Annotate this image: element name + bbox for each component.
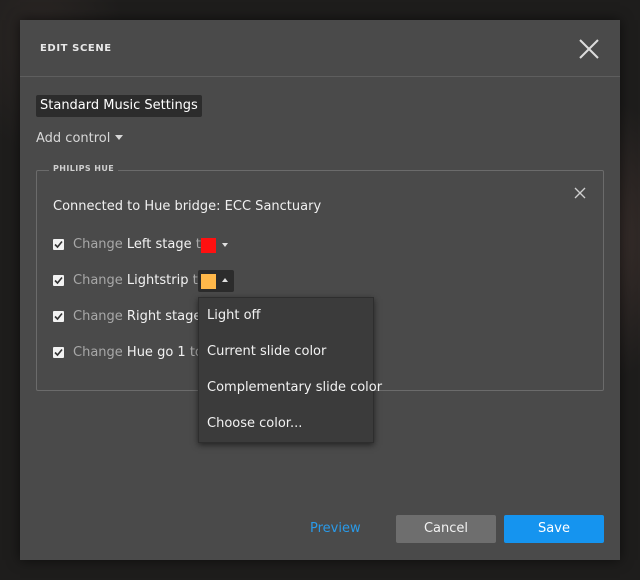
row-target: Lightstrip <box>126 273 189 288</box>
add-control-dropdown[interactable]: Add control <box>36 131 124 146</box>
row-prefix: Change <box>73 309 123 324</box>
row-checkbox[interactable] <box>53 311 64 322</box>
remove-section-icon[interactable] <box>573 185 587 199</box>
caret-down-icon <box>222 243 228 247</box>
menu-item-current-slide-color[interactable]: Current slide color <box>199 334 373 370</box>
menu-item-complementary-slide-color[interactable]: Complementary slide color <box>199 370 382 406</box>
row-prefix: Change <box>73 237 123 252</box>
bridge-status: Connected to Hue bridge: ECC Sanctuary <box>53 199 322 214</box>
color-swatch <box>201 238 216 253</box>
row-target: Left stage <box>126 237 192 252</box>
row-prefix: Change <box>73 273 123 288</box>
menu-item-choose-color[interactable]: Choose color... <box>199 406 373 442</box>
row-target: Right stage <box>126 309 202 324</box>
scene-name-input[interactable]: Standard Music Settings <box>36 95 202 117</box>
row-checkbox[interactable] <box>53 275 64 286</box>
row-label: Change Left stage to <box>73 236 209 254</box>
color-swatch <box>201 274 216 289</box>
color-options-menu: Light off Current slide color Complement… <box>198 297 382 443</box>
add-control-label: Add control <box>36 131 111 146</box>
row-label: Change Right stage to <box>73 308 219 326</box>
row-checkbox[interactable] <box>53 347 64 358</box>
row-label: Change Hue go 1 to <box>73 344 203 362</box>
row-prefix: Change <box>73 345 123 360</box>
edit-scene-dialog: EDIT SCENE Standard Music Settings Add c… <box>20 20 620 560</box>
preview-button[interactable]: Preview <box>310 521 361 536</box>
dialog-header: EDIT SCENE <box>20 20 620 77</box>
color-picker-button[interactable] <box>198 234 234 256</box>
menu-item-light-off[interactable]: Light off <box>199 298 373 334</box>
section-legend: PHILIPS HUE <box>49 164 119 173</box>
cancel-button[interactable]: Cancel <box>396 515 496 543</box>
save-button[interactable]: Save <box>504 515 604 543</box>
color-picker-button-open[interactable] <box>198 270 234 292</box>
dialog-title: EDIT SCENE <box>40 43 112 54</box>
row-label: Change Lightstrip to <box>73 272 206 290</box>
row-checkbox[interactable] <box>53 239 64 250</box>
caret-up-icon <box>222 278 228 282</box>
close-icon[interactable] <box>576 36 602 62</box>
chevron-down-icon <box>115 135 124 140</box>
row-target: Hue go 1 <box>126 345 186 360</box>
